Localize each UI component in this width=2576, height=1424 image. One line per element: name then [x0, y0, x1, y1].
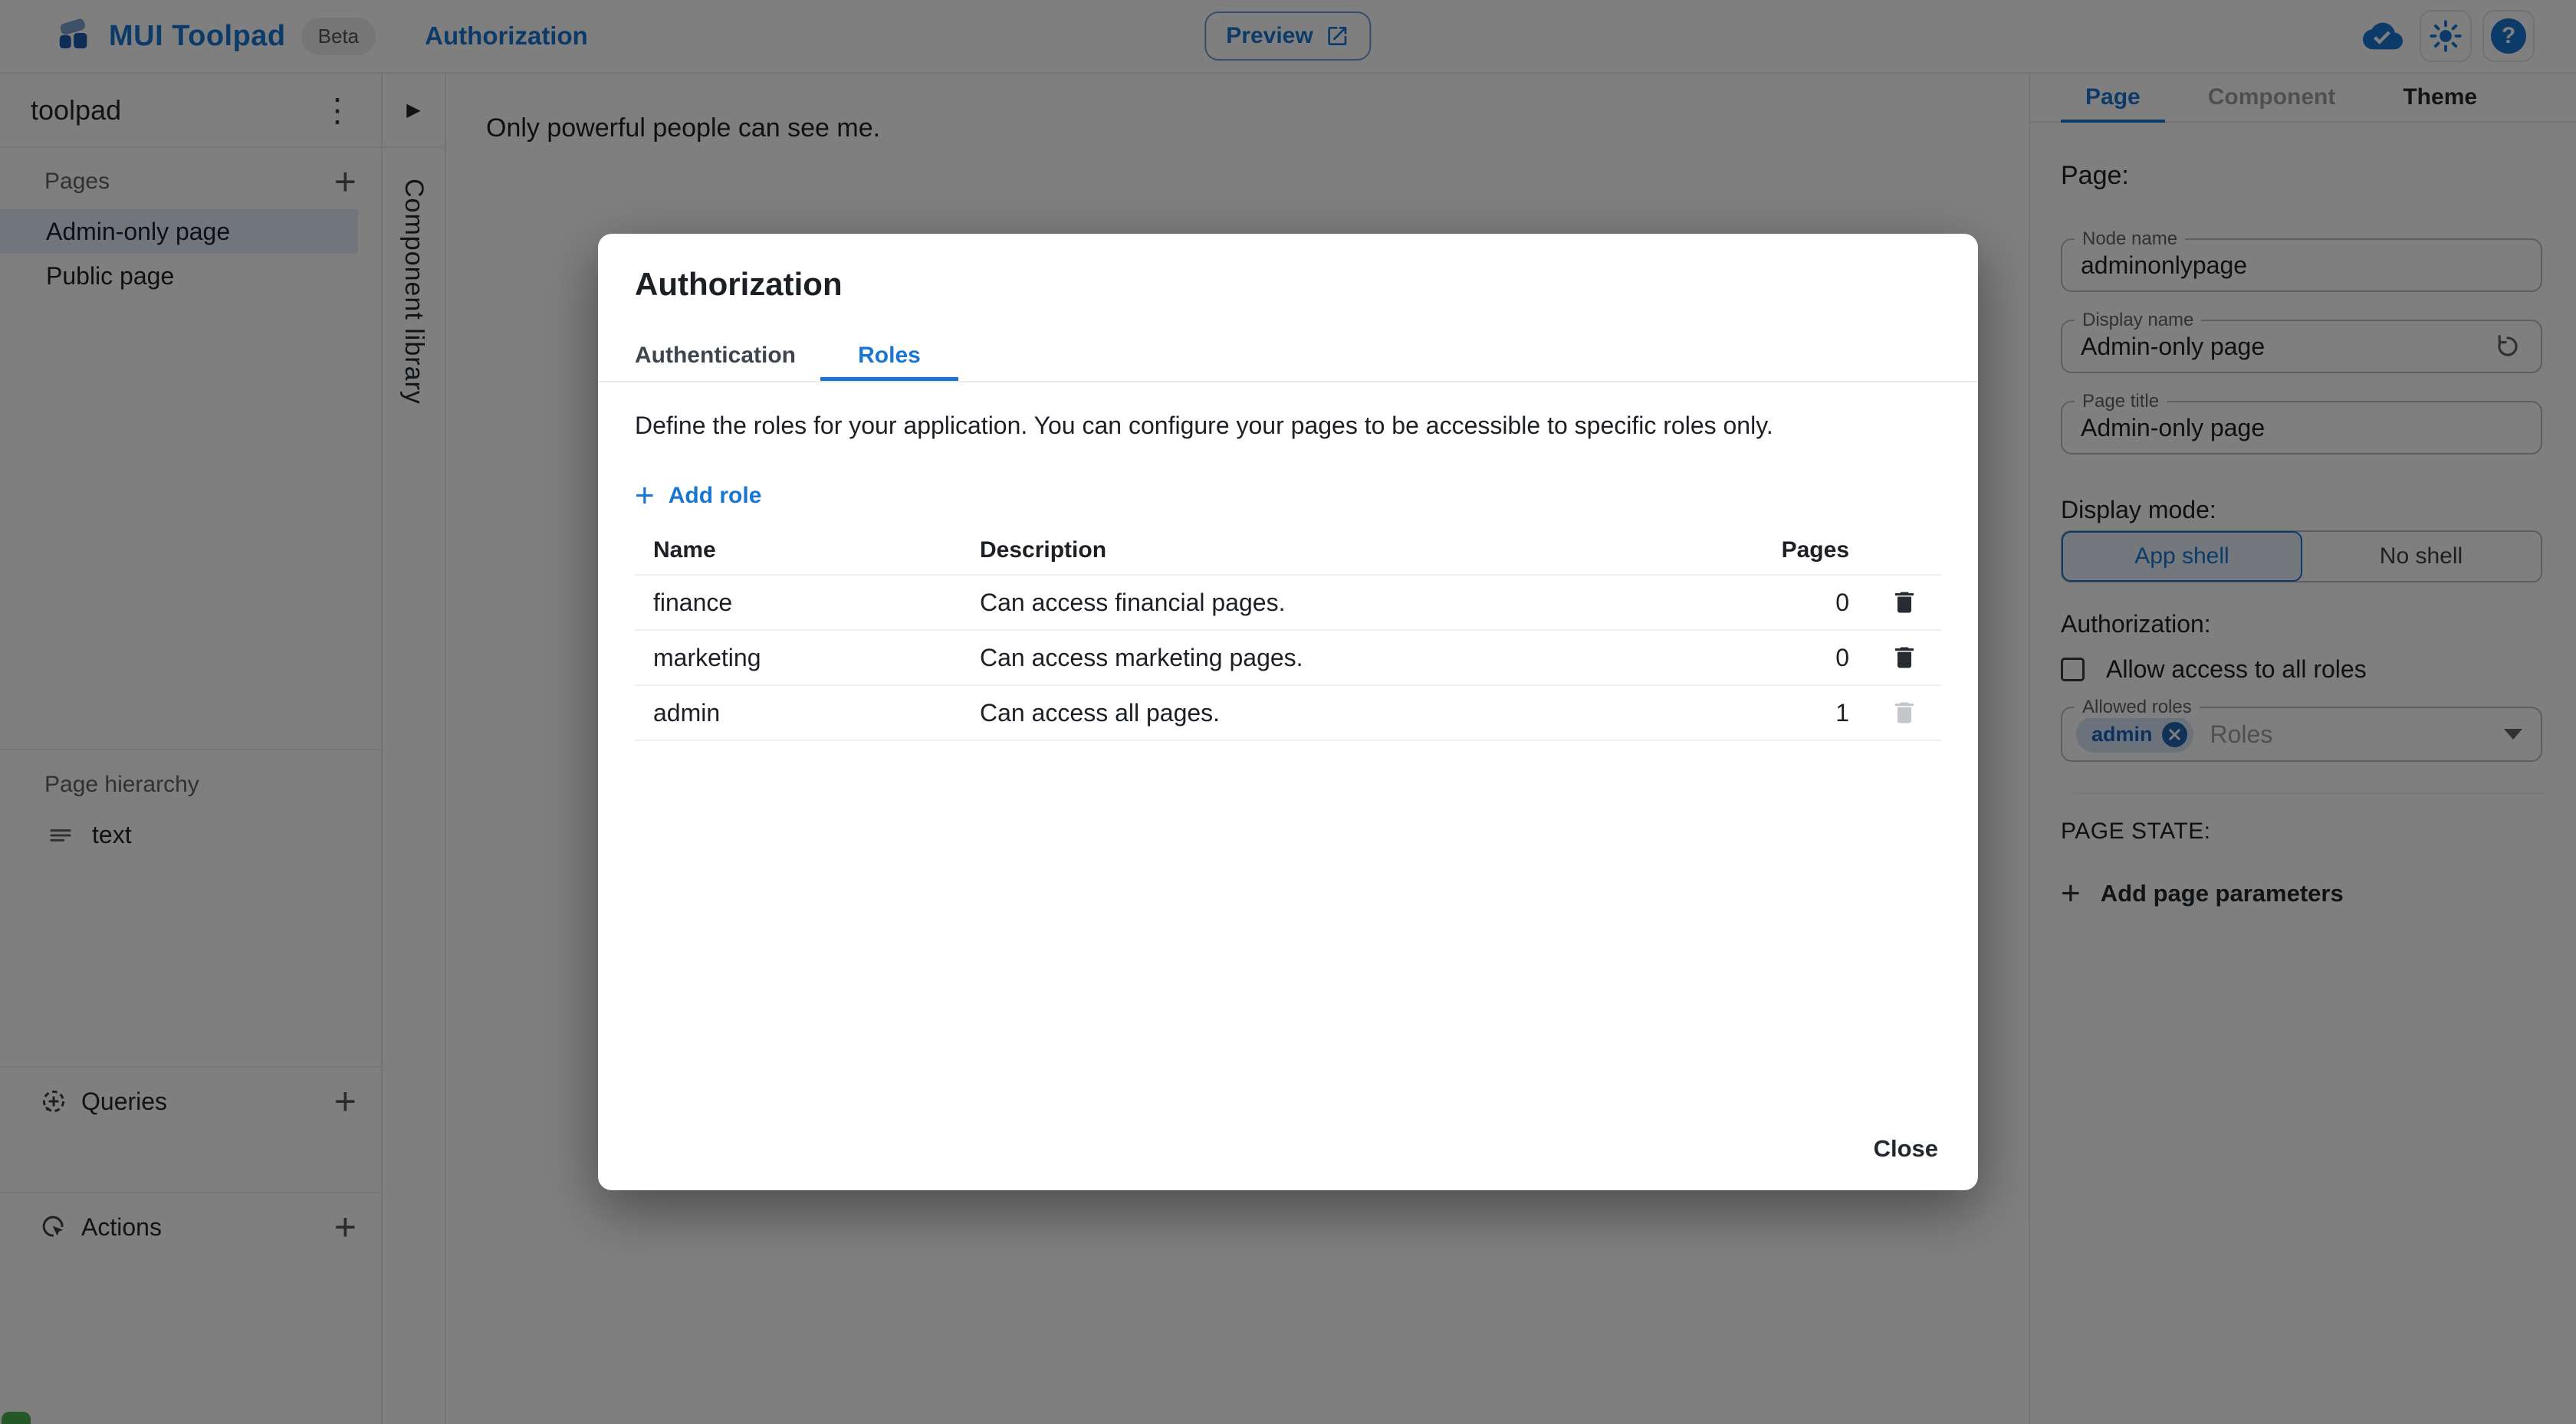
- role-name: finance: [653, 588, 733, 616]
- delete-role-button-disabled: [1891, 699, 1918, 727]
- column-header-pages: Pages: [1781, 537, 1849, 563]
- role-pages-count: 0: [1835, 588, 1849, 616]
- add-role-button[interactable]: + Add role: [635, 474, 770, 517]
- dialog-content: Define the roles for your application. Y…: [598, 382, 1978, 1190]
- role-description: Can access financial pages.: [980, 588, 1286, 616]
- delete-role-button[interactable]: [1891, 589, 1918, 616]
- table-row: finance Can access financial pages. 0: [635, 576, 1941, 631]
- roles-description: Define the roles for your application. Y…: [635, 412, 1773, 439]
- dialog-tabs: Authentication Roles: [598, 330, 1978, 382]
- role-pages-count: 1: [1835, 698, 1849, 727]
- tab-roles-label: Roles: [858, 343, 921, 368]
- role-description: Can access all pages.: [980, 698, 1221, 727]
- role-pages-count: 0: [1835, 643, 1849, 671]
- trash-icon: [1891, 589, 1918, 616]
- role-description: Can access marketing pages.: [980, 643, 1303, 671]
- column-header-name: Name: [653, 537, 716, 563]
- table-row: admin Can access all pages. 1: [635, 686, 1941, 741]
- tab-authentication[interactable]: Authentication: [610, 330, 820, 381]
- tab-authentication-label: Authentication: [635, 343, 796, 368]
- role-name: admin: [653, 698, 721, 727]
- authorization-dialog: Authorization Authentication Roles Defin…: [598, 234, 1978, 1190]
- table-row: marketing Can access marketing pages. 0: [635, 631, 1941, 686]
- close-button[interactable]: Close: [1857, 1124, 1955, 1173]
- trash-icon: [1891, 644, 1918, 671]
- add-role-label: Add role: [668, 483, 762, 508]
- tab-roles[interactable]: Roles: [820, 330, 958, 381]
- dialog-title: Authorization: [635, 266, 843, 302]
- roles-table-header: Name Description Pages: [635, 527, 1941, 576]
- plus-icon: +: [635, 477, 655, 514]
- roles-table: Name Description Pages finance Can acces…: [635, 527, 1941, 741]
- column-header-description: Description: [980, 537, 1107, 563]
- delete-role-button[interactable]: [1891, 644, 1918, 671]
- trash-icon: [1891, 699, 1918, 727]
- role-name: marketing: [653, 643, 761, 671]
